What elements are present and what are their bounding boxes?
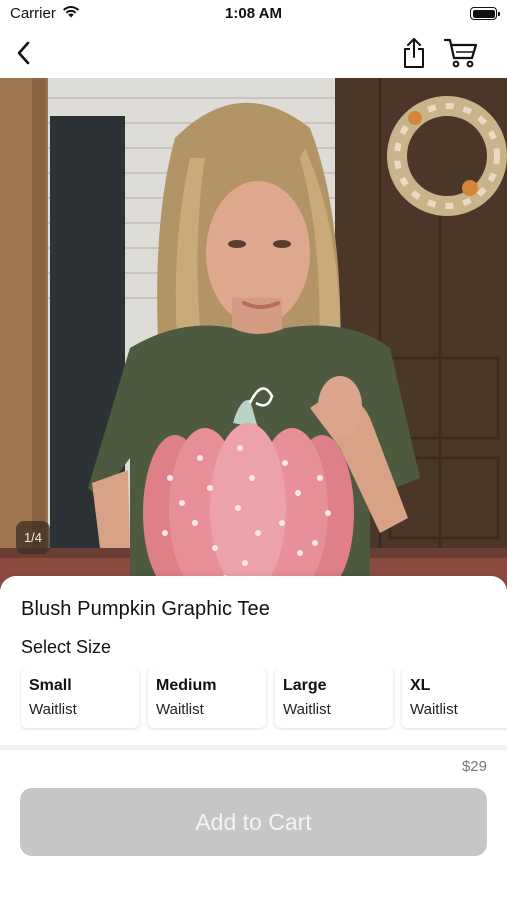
product-photo (0, 78, 507, 590)
cart-icon (444, 38, 478, 68)
size-option-small[interactable]: Small Waitlist (21, 668, 139, 728)
size-name: Large (283, 677, 327, 694)
product-title: Blush Pumpkin Graphic Tee (21, 598, 270, 620)
size-option-xl[interactable]: XL Waitlist (402, 668, 507, 728)
status-time: 1:08 AM (225, 5, 282, 22)
product-price: $29 (461, 758, 487, 775)
chevron-left-icon (17, 41, 30, 65)
share-button[interactable] (394, 35, 434, 71)
size-status: Waitlist (156, 701, 204, 718)
nav-bar (0, 28, 507, 78)
cart-button[interactable] (441, 35, 481, 71)
size-option-large[interactable]: Large Waitlist (275, 668, 393, 728)
size-name: Medium (156, 677, 217, 694)
product-image-gallery[interactable]: 1/4 (0, 78, 507, 590)
select-size-heading: Select Size (21, 637, 112, 657)
back-button[interactable] (4, 35, 44, 71)
size-options[interactable]: Small Waitlist Medium Waitlist Large Wai… (20, 668, 507, 730)
size-status: Waitlist (283, 701, 331, 718)
status-bar: Carrier 1:08 AM (0, 0, 507, 28)
size-name: Small (29, 677, 72, 694)
size-status: Waitlist (29, 701, 77, 718)
add-to-cart-button[interactable]: Add to Cart (20, 788, 487, 856)
battery-icon (470, 7, 500, 20)
page-indicator: 1/4 (16, 521, 50, 554)
share-icon (404, 38, 424, 68)
size-status: Waitlist (410, 701, 458, 718)
divider (0, 745, 507, 750)
size-option-medium[interactable]: Medium Waitlist (148, 668, 266, 728)
size-name: XL (410, 677, 431, 694)
product-details-sheet: Blush Pumpkin Graphic Tee Select Size Sm… (0, 576, 507, 900)
